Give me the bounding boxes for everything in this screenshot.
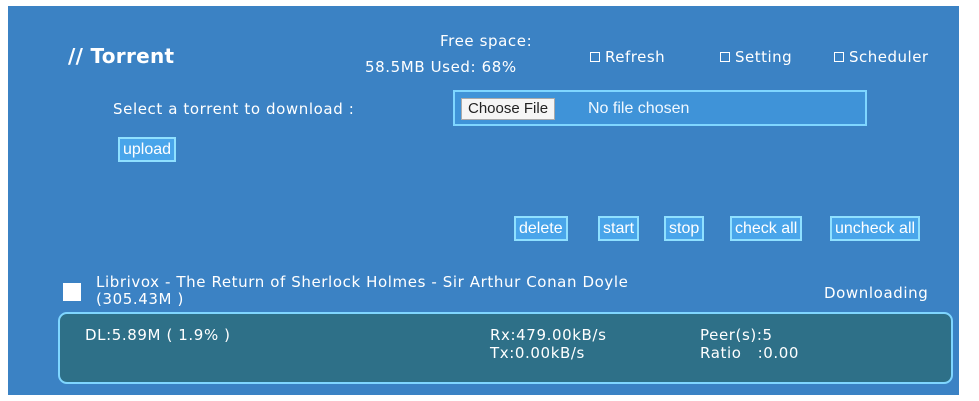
torrent-size: (305.43M ) [96,290,184,308]
setting-link[interactable]: Setting [720,48,792,66]
rx-rate: Rx:479.00kB/s [490,326,607,344]
uncheck-all-button[interactable]: uncheck all [830,216,921,241]
free-space-label: Free space: [440,32,533,50]
start-button[interactable]: start [598,216,640,241]
setting-label: Setting [735,48,793,66]
torrent-checkbox[interactable] [63,283,81,301]
scheduler-link[interactable]: Scheduler [834,48,929,66]
torrent-panel: // Torrent Free space: 58.5MB Used: 68% … [8,6,959,395]
free-space-value: 58.5MB Used: 68% [365,58,517,76]
scheduler-box-icon [834,52,844,62]
torrent-title: Librivox - The Return of Sherlock Holmes… [96,273,629,291]
stop-button[interactable]: stop [664,216,705,241]
tx-rate: Tx:0.00kB/s [490,344,585,362]
torrent-status: Downloading [824,284,929,302]
refresh-link[interactable]: Refresh [590,48,665,66]
select-torrent-label: Select a torrent to download : [113,100,355,118]
refresh-label: Refresh [605,48,666,66]
delete-button[interactable]: delete [514,216,568,241]
page-title: // Torrent [68,44,175,68]
refresh-box-icon [590,52,600,62]
file-input[interactable]: Choose File No file chosen [453,90,867,126]
share-ratio: Ratio :0.00 [700,344,800,362]
download-progress: DL:5.89M ( 1.9% ) [85,326,231,344]
check-all-button[interactable]: check all [730,216,803,241]
peer-count: Peer(s):5 [700,326,773,344]
torrent-stats-box: DL:5.89M ( 1.9% ) Rx:479.00kB/s Tx:0.00k… [58,312,953,384]
setting-box-icon [720,52,730,62]
torrent-name: Librivox - The Return of Sherlock Holmes… [96,274,628,308]
choose-file-button[interactable]: Choose File [461,98,556,120]
upload-button[interactable]: upload [118,137,177,162]
no-file-text: No file chosen [588,100,690,117]
scheduler-label: Scheduler [849,48,929,66]
